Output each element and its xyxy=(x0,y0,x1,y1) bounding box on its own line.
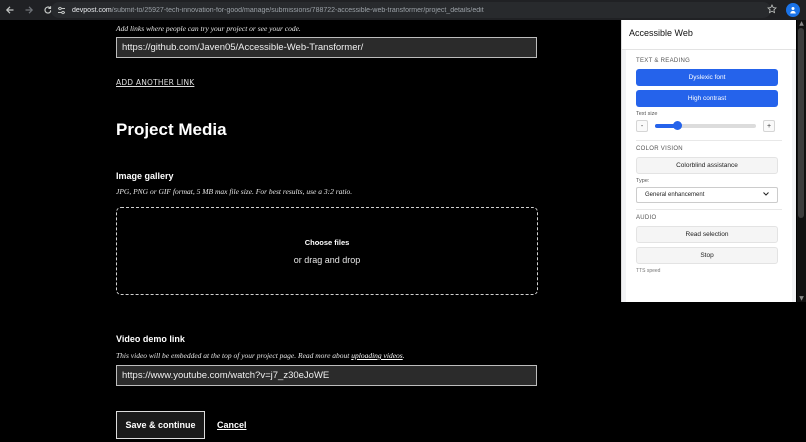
uploading-videos-link[interactable]: uploading videos xyxy=(351,351,402,360)
stop-button[interactable]: Stop xyxy=(636,247,778,264)
bookmark-star-icon[interactable] xyxy=(767,4,777,16)
dyslexic-font-button[interactable]: Dyslexic font xyxy=(636,69,778,86)
video-hint-text: This video will be embedded at the top o… xyxy=(116,351,352,360)
panel-body: TEXT & READING Dyslexic font High contra… xyxy=(626,50,792,302)
drag-drop-text: or drag and drop xyxy=(293,254,361,265)
page-scrollbar[interactable]: ▲ ▼ xyxy=(797,20,806,302)
video-demo-label: Video demo link xyxy=(116,334,185,344)
video-link-input[interactable]: https://www.youtube.com/watch?v=j7_z30eJ… xyxy=(116,365,537,386)
site-info-icon[interactable] xyxy=(57,6,66,15)
scroll-up-icon[interactable]: ▲ xyxy=(797,20,806,27)
tts-speed-label: TTS speed xyxy=(636,268,661,274)
browser-toolbar: devpost.com/submit-to/25927-tech-innovat… xyxy=(0,0,806,20)
divider xyxy=(636,140,782,141)
scroll-down-icon[interactable]: ▼ xyxy=(797,295,806,302)
audio-heading: AUDIO xyxy=(636,215,657,221)
panel-title: Accessible Web xyxy=(622,20,796,50)
image-dropzone[interactable]: Choose files or drag and drop xyxy=(116,207,538,295)
text-size-label: Text size xyxy=(636,111,658,117)
color-vision-heading: COLOR VISION xyxy=(636,146,683,152)
text-size-slider[interactable] xyxy=(655,121,756,130)
high-contrast-button[interactable]: High contrast xyxy=(636,90,778,107)
divider xyxy=(636,209,782,210)
colorblind-type-select[interactable]: General enhancement xyxy=(636,187,778,203)
address-bar[interactable]: devpost.com/submit-to/25927-tech-innovat… xyxy=(51,2,771,18)
project-link-input[interactable]: https://github.com/Javen05/Accessible-We… xyxy=(116,37,537,58)
url-domain: devpost.com xyxy=(72,6,112,14)
colorblind-assistance-button[interactable]: Colorblind assistance xyxy=(636,157,778,174)
text-size-slider-thumb[interactable] xyxy=(673,121,683,130)
submission-form: Add links where people can try your proj… xyxy=(0,20,620,442)
video-demo-hint: This video will be embedded at the top o… xyxy=(116,351,405,360)
links-hint: Add links where people can try your proj… xyxy=(116,24,301,33)
image-gallery-label: Image gallery xyxy=(116,171,174,181)
read-selection-button[interactable]: Read selection xyxy=(636,226,778,243)
chevron-down-icon xyxy=(763,192,769,198)
text-size-control: - + xyxy=(636,120,782,132)
text-size-increase-button[interactable]: + xyxy=(763,120,775,132)
project-media-title: Project Media xyxy=(116,120,227,139)
text-size-decrease-button[interactable]: - xyxy=(636,120,648,132)
scrollbar-thumb[interactable] xyxy=(798,28,804,218)
colorblind-type-value: General enhancement xyxy=(645,192,705,198)
text-reading-heading: TEXT & READING xyxy=(636,58,691,64)
image-gallery-hint: JPG, PNG or GIF format, 5 MB max file si… xyxy=(116,187,353,196)
extension-icon[interactable] xyxy=(786,3,800,17)
choose-files-button[interactable]: Choose files xyxy=(305,238,350,247)
forward-icon[interactable] xyxy=(21,2,37,18)
cancel-link[interactable]: Cancel xyxy=(217,420,247,430)
colorblind-type-label: Type: xyxy=(636,178,650,184)
accessible-web-panel: Accessible Web TEXT & READING Dyslexic f… xyxy=(621,20,796,302)
url-text: devpost.com/submit-to/25927-tech-innovat… xyxy=(72,7,484,14)
url-path: /submit-to/25927-tech-innovation-for-goo… xyxy=(111,6,484,14)
back-icon[interactable] xyxy=(2,2,18,18)
add-another-link[interactable]: ADD ANOTHER LINK xyxy=(116,78,194,87)
save-continue-button[interactable]: Save & continue xyxy=(116,411,205,439)
video-hint-suffix: . xyxy=(402,351,405,360)
